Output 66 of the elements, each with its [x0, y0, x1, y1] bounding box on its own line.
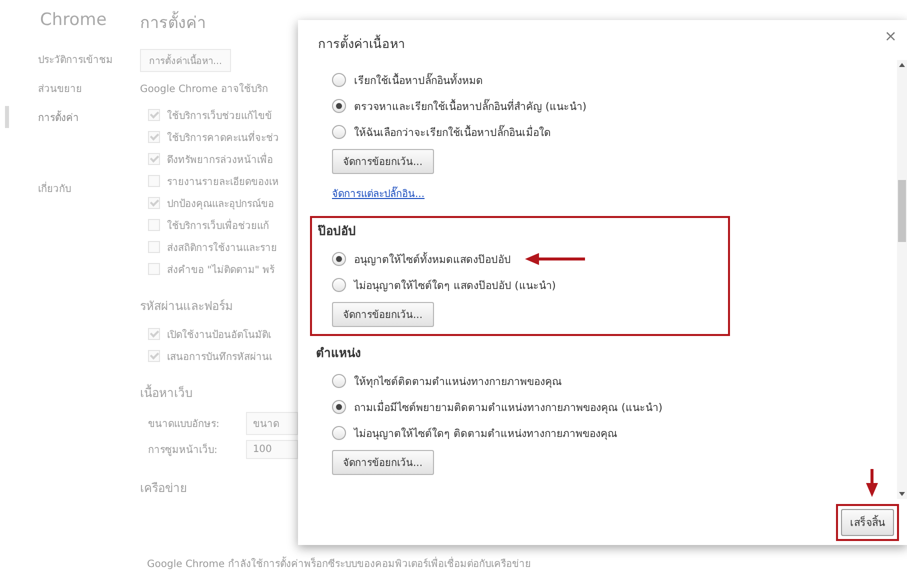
checkbox[interactable]	[148, 131, 160, 143]
radio-label: ไม่อนุญาตให้ไซต์ใดๆ แสดงป๊อปอัป (แนะนำ)	[354, 278, 556, 294]
checkbox-label: ปกป้องคุณและอุปกรณ์ขอ	[167, 197, 274, 210]
section-heading: ป๊อปอัป	[318, 223, 357, 240]
checkbox-label: ใช้บริการเว็บเพื่อช่วยแก้	[167, 218, 269, 232]
close-button[interactable]: ×	[878, 26, 903, 46]
section-heading: ตำแหน่ง	[316, 345, 362, 362]
radio-label: ให้ทุกไซต์ติดตามตำแหน่งทางกายภาพของคุณ	[354, 374, 562, 390]
radio-label: ถามเมื่อมีไซต์พยายามติดตามตำแหน่งทางกายภาพของคุณ (แนะนำ)	[354, 399, 663, 416]
content-settings-button[interactable]: การตั้งค่าเนื้อหา...	[140, 49, 232, 72]
radio-label: ไม่อนุญาตให้ไซต์ใดๆ ติดตามตำแหน่งทางกายภาพของคุณ	[354, 426, 618, 442]
checkbox[interactable]	[148, 241, 160, 253]
scroll-up-icon[interactable]	[899, 62, 905, 68]
checkbox-label: ใช้บริการเว็บช่วยแก้ไขข้	[167, 108, 272, 122]
checkbox-label: ใช้บริการคาดคะเนที่จะช่ว	[167, 130, 279, 144]
sidebar-item[interactable]: ส่วนขยาย	[0, 77, 140, 100]
radio-button[interactable]	[332, 125, 346, 139]
description-text: Google Chrome อาจใช้บริก	[140, 82, 269, 96]
checkbox-label: ดึงทรัพยากรล่วงหน้าเพื่อ	[167, 152, 273, 166]
manage-exceptions-button[interactable]: จัดการข้อยกเว้น...	[332, 302, 434, 327]
checkbox-label: เปิดใช้งานป้อนอัตโนมัติเ	[167, 328, 271, 342]
checkbox-label: ส่งสถิติการใช้งานและราย	[167, 241, 277, 254]
checkbox[interactable]	[148, 263, 160, 275]
radio-button[interactable]	[332, 426, 346, 440]
checkbox-label: รายงานรายละเอียดของเห	[167, 176, 279, 188]
dropdown[interactable]: 100	[246, 440, 298, 458]
checkbox[interactable]	[148, 109, 160, 121]
scrollbar[interactable]	[897, 60, 907, 499]
radio-label: อนุญาตให้ไซต์ทั้งหมดแสดงป๊อปอัป	[354, 251, 511, 268]
radio-button[interactable]	[332, 99, 346, 113]
done-button[interactable]: เสร็จสิ้น	[841, 508, 894, 536]
checkbox[interactable]	[148, 153, 160, 165]
radio-button[interactable]	[332, 400, 346, 414]
field-label: ขนาดแบบอักษร:	[148, 418, 220, 430]
checkbox[interactable]	[148, 328, 160, 340]
checkbox-label: ส่งคำขอ "ไม่ติดตาม" พร้	[167, 263, 275, 276]
manage-plugins-link[interactable]: จัดการแต่ละปลั๊กอิน...	[332, 186, 425, 201]
manage-exceptions-button[interactable]: จัดการข้อยกเว้น...	[332, 149, 434, 174]
page-title: การตั้งค่า	[140, 10, 207, 34]
checkbox[interactable]	[148, 219, 160, 231]
sidebar-item[interactable]: เกี่ยวกับ	[0, 177, 140, 200]
network-description: Google Chrome กำลังใช้การตั้งค่าพร็อกซีระบบของคอมพิวเตอร์เพื่อเชื่อมต่อกับเครือข่าย	[147, 556, 531, 571]
radio-button[interactable]	[332, 252, 346, 266]
scroll-down-icon[interactable]	[899, 491, 905, 497]
pointer-arrow	[866, 469, 878, 497]
radio-label: เรียกใช้เนื้อหาปลั๊กอินทั้งหมด	[354, 72, 483, 88]
checkbox[interactable]	[148, 197, 160, 209]
radio-label: ตรวจหาและเรียกใช้เนื้อหาปลั๊กอินที่สำคัญ (แนะนำ)	[354, 98, 587, 114]
checkbox[interactable]	[148, 175, 160, 187]
dialog-title: การตั้งค่าเนื้อหา	[318, 34, 405, 53]
checkbox-label: เสนอการบันทึกรหัสผ่านเ	[167, 350, 272, 364]
radio-label: ให้ฉันเลือกว่าจะเรียกใช้เนื้อหาปลั๊กอินเมื่อใด	[354, 124, 551, 140]
section-heading: รหัสผ่านและฟอร์ม	[140, 298, 234, 315]
scrollbar-thumb[interactable]	[898, 180, 906, 242]
section-heading: เครือข่าย	[140, 480, 188, 497]
app-title: Chrome	[39, 10, 108, 30]
manage-exceptions-button[interactable]: จัดการข้อยกเว้น...	[332, 450, 434, 475]
radio-button[interactable]	[332, 278, 346, 292]
radio-button[interactable]	[332, 73, 346, 87]
section-heading: เนื้อหาเว็บ	[140, 383, 194, 402]
field-label: การซูมหน้าเว็บ:	[148, 442, 218, 456]
checkbox[interactable]	[148, 350, 160, 362]
dropdown[interactable]: ขนาด	[246, 412, 298, 434]
sidebar-item[interactable]: การตั้งค่า	[0, 106, 140, 129]
sidebar-item[interactable]: ประวัติการเข้าชม	[0, 48, 140, 71]
radio-button[interactable]	[332, 374, 346, 388]
